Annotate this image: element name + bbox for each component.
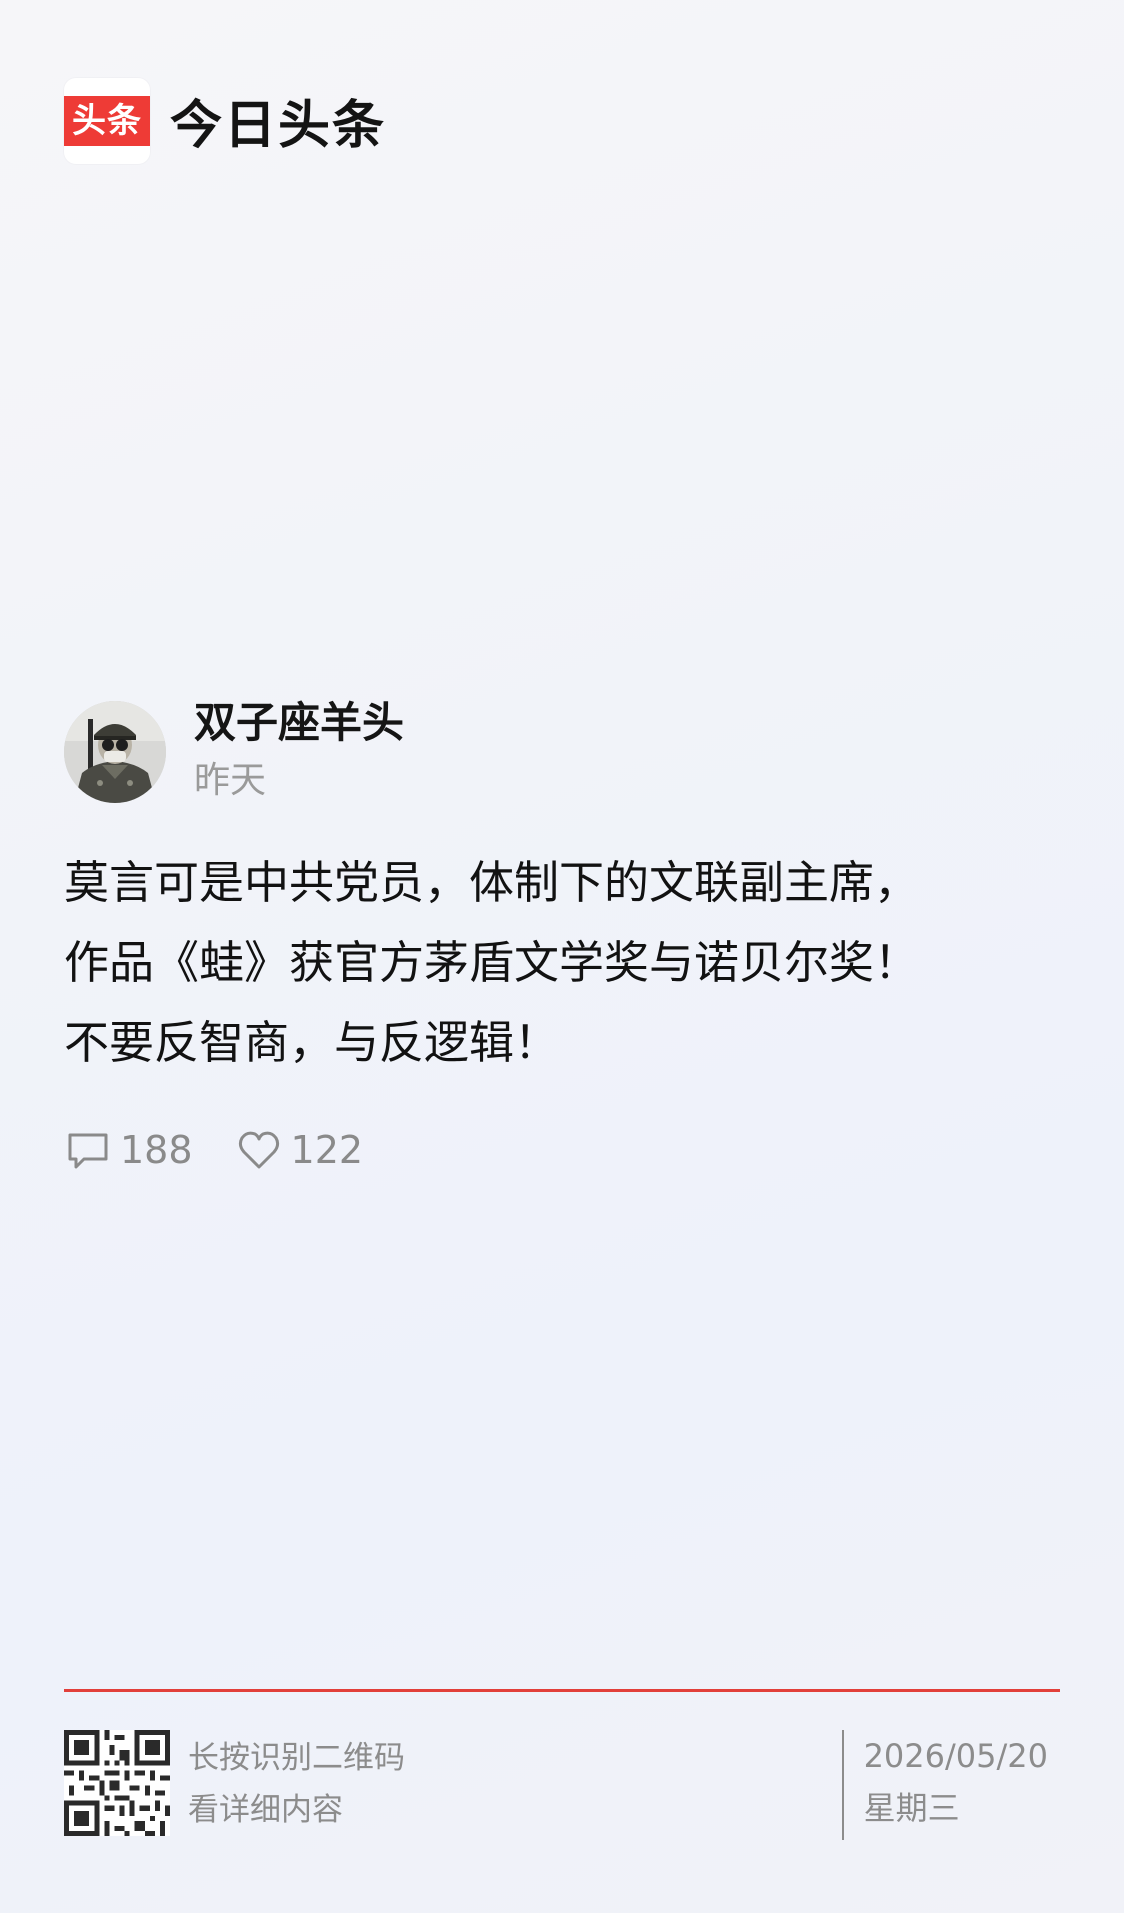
comment-count: 188 (120, 1128, 193, 1172)
brand-header: 头条 今日头条 (64, 77, 387, 164)
post-content: 莫言可是中共党员，体制下的文联副主席， 作品《蛙》获官方茅盾文学奖与诺贝尔奖！ … (64, 843, 1064, 1083)
qr-hint-line2: 看详细内容 (188, 1792, 343, 1828)
post-time: 昨天 (194, 760, 267, 801)
footer-divider (64, 1689, 1060, 1692)
comment-button[interactable]: 188 (64, 1126, 193, 1174)
author-name[interactable]: 双子座羊头 (194, 698, 404, 748)
author-block: 双子座羊头 昨天 (64, 698, 404, 806)
logo-text: 头条 (64, 95, 150, 146)
heart-icon (238, 1131, 279, 1169)
post-line: 作品《蛙》获官方茅盾文学奖与诺贝尔奖！ (64, 936, 920, 989)
avatar[interactable] (64, 701, 166, 803)
toutiao-logo: 头条 (64, 77, 150, 164)
like-button[interactable]: 122 (235, 1126, 364, 1174)
like-count: 122 (290, 1128, 364, 1172)
post-line: 莫言可是中共党员，体制下的文联副主席， (64, 856, 920, 909)
qr-hint: 长按识别二维码 看详细内容 (188, 1732, 405, 1836)
brand-name: 今日头条 (170, 96, 387, 156)
footer: 长按识别二维码 看详细内容 2026/05/20 星期三 (64, 1730, 1060, 1840)
qr-code[interactable] (64, 1730, 170, 1836)
share-weekday: 星期三 (863, 1789, 960, 1827)
date-block: 2026/05/20 星期三 (841, 1730, 1048, 1840)
post-stats: 188 122 (64, 1126, 405, 1174)
comment-icon (68, 1133, 108, 1169)
author-meta: 双子座羊头 昨天 (194, 698, 404, 806)
post-line: 不要反智商，与反逻辑！ (64, 1016, 560, 1069)
qr-hint-line1: 长按识别二维码 (188, 1740, 405, 1776)
avatar-image (64, 701, 166, 803)
share-date: 2026/05/20 (863, 1737, 1048, 1775)
